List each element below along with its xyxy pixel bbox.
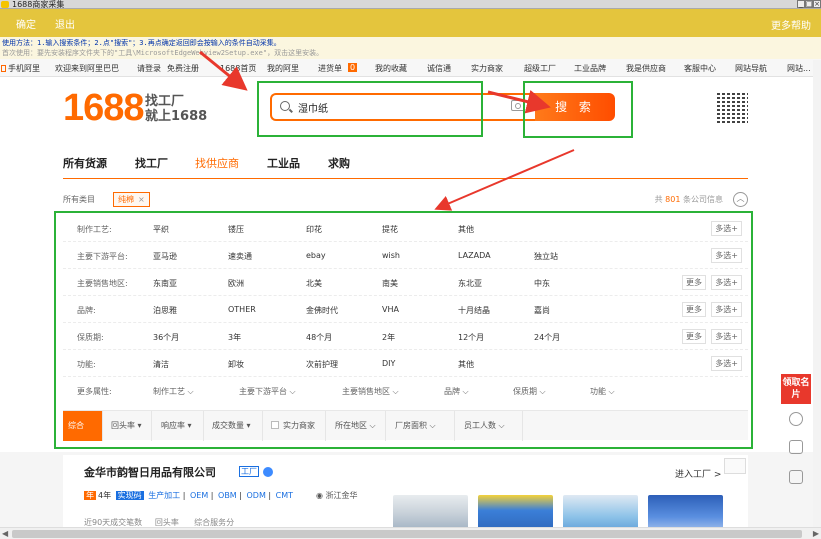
app-icon: [1, 1, 9, 8]
nav-register[interactable]: 免费注册: [167, 63, 199, 74]
annotation-box-search-button: [523, 81, 633, 138]
collapse-icon[interactable]: ︿: [733, 192, 748, 207]
nav-supplier[interactable]: 我是供应商: [626, 63, 666, 74]
window-titlebar: 1688商家采集 _ □ ×: [0, 0, 821, 9]
feedback-icon[interactable]: [789, 470, 803, 484]
tab-purchase[interactable]: 求购: [328, 155, 350, 171]
close-button[interactable]: ×: [813, 0, 821, 8]
nav-strong-merchant[interactable]: 实力商家: [471, 63, 503, 74]
scroll-thumb[interactable]: [12, 530, 802, 538]
site-topnav: 手机阿里 欢迎来到阿里巴巴 请登录 免费注册 1688首页 我的阿里 进货单 0…: [0, 59, 821, 77]
nav-home[interactable]: 1688首页: [220, 63, 256, 74]
get-card-button[interactable]: 领取名片: [781, 374, 811, 404]
qr-code: [717, 92, 748, 123]
instruction-install[interactable]: 首次使用：要先安装程序文件夹下的"工具\MicrosoftEdgeWebview…: [2, 48, 819, 58]
all-categories[interactable]: 所有类目: [63, 194, 95, 205]
selected-filter-chip[interactable]: 纯棉 ×: [113, 192, 150, 207]
tab-find-factory[interactable]: 找工厂: [135, 155, 168, 171]
factory-badge: 工厂: [239, 466, 259, 477]
nav-cart[interactable]: 进货单: [318, 63, 342, 74]
minimize-button[interactable]: _: [797, 0, 805, 8]
shili-tag: 实现码: [115, 491, 144, 500]
logo[interactable]: 1688: [63, 87, 145, 130]
nav-welcome: 欢迎来到阿里巴巴: [55, 64, 119, 73]
nav-chengxin[interactable]: 诚信通: [427, 63, 451, 74]
annotation-box-search-input: [257, 81, 483, 137]
company-meta: 年 4年 实现码 生产加工 | OEM | OBM | ODM | CMT: [84, 491, 293, 500]
compare-icon[interactable]: [724, 458, 746, 474]
maximize-button[interactable]: □: [805, 0, 813, 8]
nav-sitemap[interactable]: 网站导航: [735, 63, 767, 74]
tab-find-supplier[interactable]: 找供应商: [195, 155, 239, 171]
years-badge: 年: [84, 491, 96, 500]
vertical-scrollbar[interactable]: [813, 60, 821, 527]
logo-slogan: 找工厂 就上1688: [145, 94, 208, 124]
instructions: 使用方法：1.输入搜索条件；2.点"搜索"；3.再点确定返回即会按输入的条件自动…: [0, 37, 821, 59]
company-name[interactable]: 金华市韵智日用品有限公司: [84, 464, 216, 480]
scroll-left-icon[interactable]: ◀: [2, 529, 8, 538]
help-link[interactable]: 更多帮助: [771, 17, 811, 32]
enter-factory-link[interactable]: 进入工厂 >: [675, 467, 721, 480]
nav-industrial-brand[interactable]: 工业品牌: [574, 63, 606, 74]
nav-mobile[interactable]: 手机阿里: [1, 63, 40, 74]
horizontal-scrollbar[interactable]: ◀ ▶: [0, 527, 821, 539]
nav-my-ali[interactable]: 我的阿里: [267, 63, 299, 74]
phone-icon: [1, 65, 6, 72]
app-toolbar: 确定 退出 更多帮助: [0, 9, 821, 37]
cart-count: 0: [348, 63, 358, 72]
nav-more[interactable]: 网站...: [787, 63, 811, 74]
nav-service[interactable]: 客服中心: [684, 63, 716, 74]
phone-icon[interactable]: [789, 440, 803, 454]
confirm-button[interactable]: 确定: [16, 16, 36, 31]
side-toolbar: 领取名片: [781, 374, 811, 492]
result-count: 共 801 条公司信息: [654, 195, 723, 204]
category-tabs: 所有货源 找工厂 找供应商 工业品 求购: [63, 155, 748, 179]
company-location: ◉ 浙江金华: [316, 491, 358, 500]
instruction-usage: 使用方法：1.输入搜索条件；2.点"搜索"；3.再点确定返回即会按输入的条件自动…: [2, 39, 281, 47]
headset-icon[interactable]: [789, 412, 803, 426]
nav-super-factory[interactable]: 超级工厂: [524, 63, 556, 74]
verified-icon: [263, 467, 273, 477]
scroll-right-icon[interactable]: ▶: [813, 529, 819, 538]
annotation-box-filters: [54, 211, 753, 449]
nav-login[interactable]: 请登录: [137, 63, 161, 74]
breadcrumb: 所有类目 纯棉 × 共 801 条公司信息 ︿: [63, 192, 748, 208]
nav-favorites[interactable]: 我的收藏: [375, 63, 407, 74]
tab-industrial[interactable]: 工业品: [267, 155, 300, 171]
tab-all-goods[interactable]: 所有货源: [63, 155, 107, 171]
close-icon[interactable]: ×: [138, 195, 145, 204]
exit-button[interactable]: 退出: [55, 16, 75, 31]
